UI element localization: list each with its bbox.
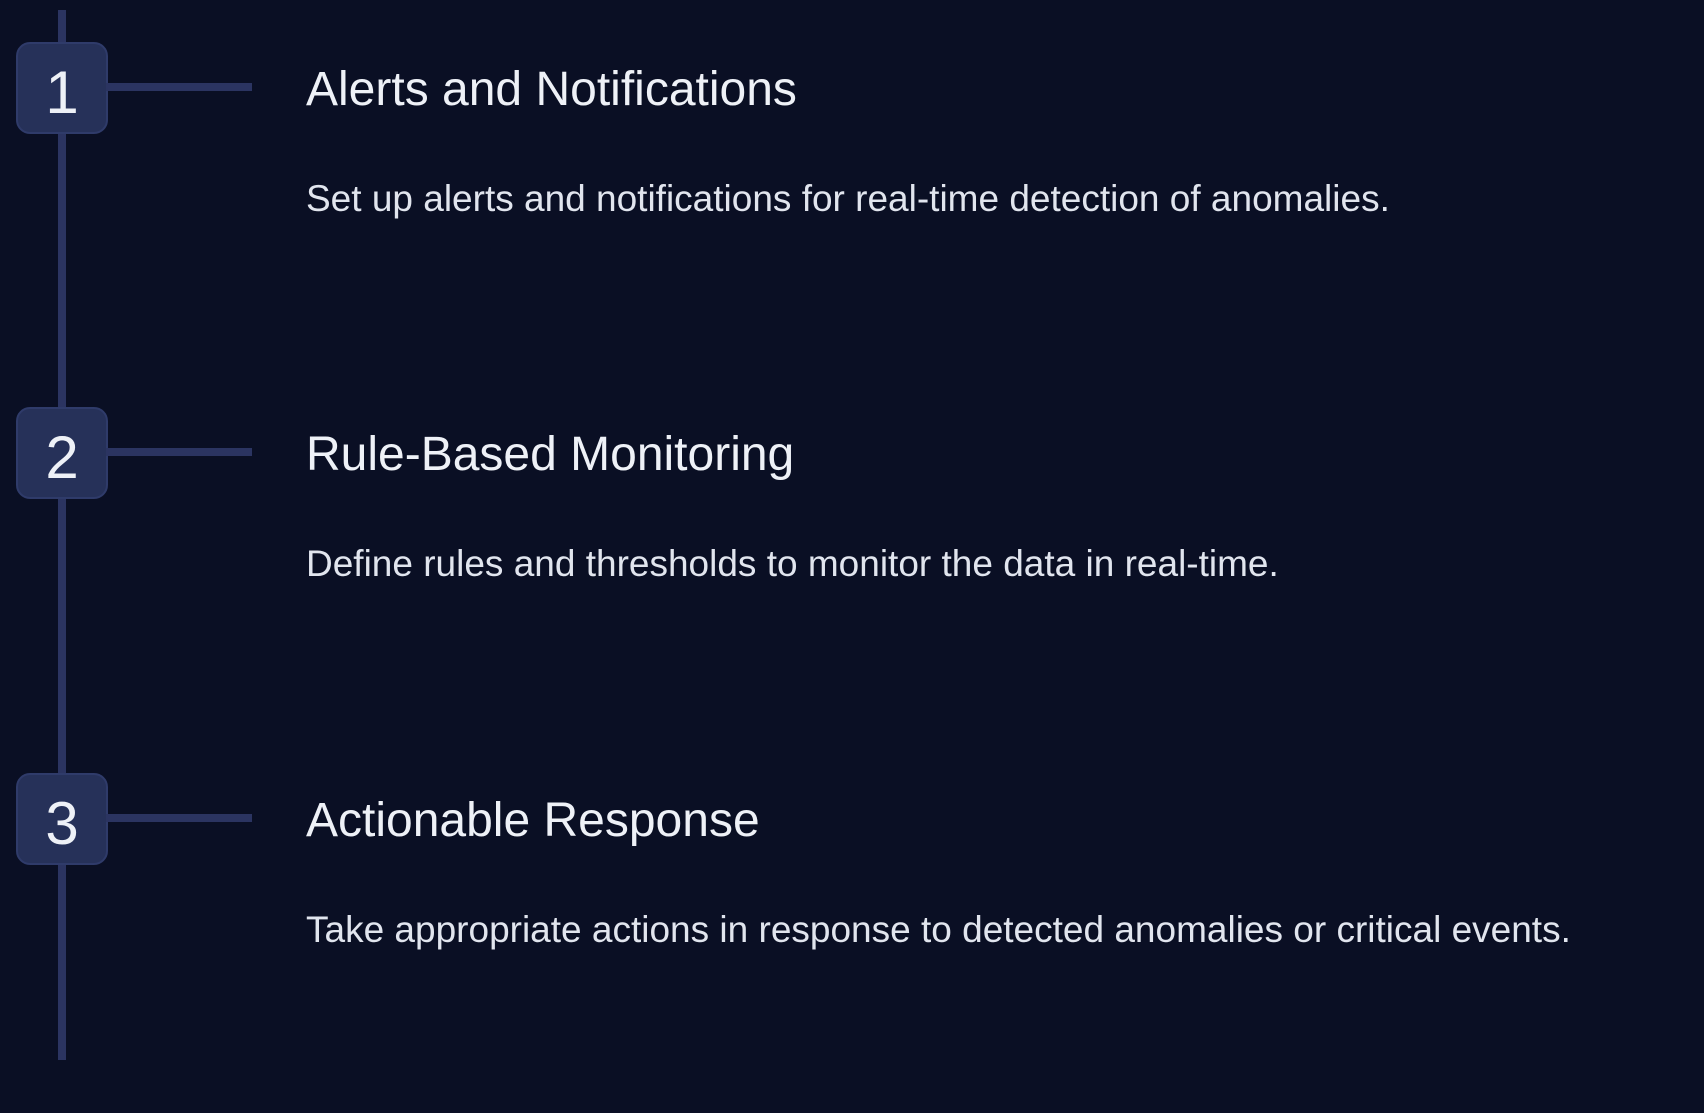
- step-number-badge: 2: [16, 407, 108, 499]
- timeline-step-1: 1 Alerts and Notifications Set up alerts…: [0, 42, 1704, 382]
- step-description: Set up alerts and notifications for real…: [306, 178, 1390, 219]
- step-number-badge: 1: [16, 42, 108, 134]
- step-title: Actionable Response: [306, 794, 760, 847]
- step-connector: [106, 83, 252, 91]
- step-title: Rule-Based Monitoring: [306, 428, 795, 481]
- timeline-step-2: 2 Rule-Based Monitoring Define rules and…: [0, 407, 1704, 747]
- step-description: Define rules and thresholds to monitor t…: [306, 543, 1279, 584]
- step-connector: [106, 814, 252, 822]
- timeline: 1 Alerts and Notifications Set up alerts…: [0, 0, 1704, 1060]
- timeline-step-3: 3 Actionable Response Take appropriate a…: [0, 773, 1704, 1113]
- step-title: Alerts and Notifications: [306, 63, 797, 116]
- step-description: Take appropriate actions in response to …: [306, 909, 1571, 950]
- step-number-badge: 3: [16, 773, 108, 865]
- step-connector: [106, 448, 252, 456]
